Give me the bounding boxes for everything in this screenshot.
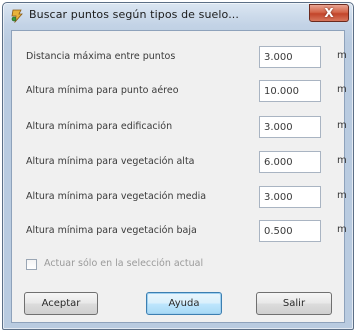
aerial-point-height-input[interactable] — [259, 80, 321, 102]
high-vegetation-height-input[interactable] — [259, 151, 321, 173]
field-row-medium-vegetation: Altura mínima para vegetación media m — [12, 186, 347, 210]
accept-button[interactable]: Aceptar — [24, 292, 98, 315]
field-label: Distancia máxima entre puntos — [26, 51, 176, 62]
dialog-window: Buscar puntos según tipos de suelo... X … — [2, 2, 354, 330]
field-row-building: Altura mínima para edificación m — [12, 116, 347, 140]
field-label: Altura mínima para vegetación baja — [26, 225, 197, 236]
window-title: Buscar puntos según tipos de suelo... — [29, 8, 239, 21]
selection-only-label[interactable]: Actuar sólo en la selección actual — [44, 258, 203, 269]
dialog-body: Distancia máxima entre puntos m Altura m… — [11, 30, 347, 323]
field-row-low-vegetation: Altura mínima para vegetación baja m — [12, 220, 347, 244]
unit-label: m — [337, 224, 347, 235]
unit-label: m — [337, 155, 347, 166]
building-height-input[interactable] — [259, 116, 321, 138]
close-button[interactable]: X — [309, 4, 349, 22]
exit-button[interactable]: Salir — [256, 292, 332, 315]
close-icon: X — [324, 6, 334, 20]
title-bar[interactable]: Buscar puntos según tipos de suelo... X — [3, 3, 353, 28]
field-row-high-vegetation: Altura mínima para vegetación alta m — [12, 151, 347, 175]
unit-label: m — [337, 50, 347, 61]
field-label: Altura mínima para punto aéreo — [26, 85, 179, 96]
unit-label: m — [337, 120, 347, 131]
field-label: Altura mínima para vegetación alta — [26, 156, 195, 167]
field-row-max-distance: Distancia máxima entre puntos m — [12, 46, 347, 70]
low-vegetation-height-input[interactable] — [259, 220, 321, 242]
field-label: Altura mínima para vegetación media — [26, 191, 207, 202]
field-row-aerial-point: Altura mínima para punto aéreo m — [12, 80, 347, 104]
unit-label: m — [337, 190, 347, 201]
selection-only-checkbox[interactable] — [26, 259, 37, 270]
field-label: Altura mínima para edificación — [26, 121, 173, 132]
unit-label: m — [337, 84, 347, 95]
max-distance-input[interactable] — [259, 46, 321, 68]
app-icon — [10, 8, 24, 24]
selection-only-option[interactable]: Actuar sólo en la selección actual — [26, 258, 286, 274]
medium-vegetation-height-input[interactable] — [259, 186, 321, 208]
help-button[interactable]: Ayuda — [146, 292, 222, 315]
